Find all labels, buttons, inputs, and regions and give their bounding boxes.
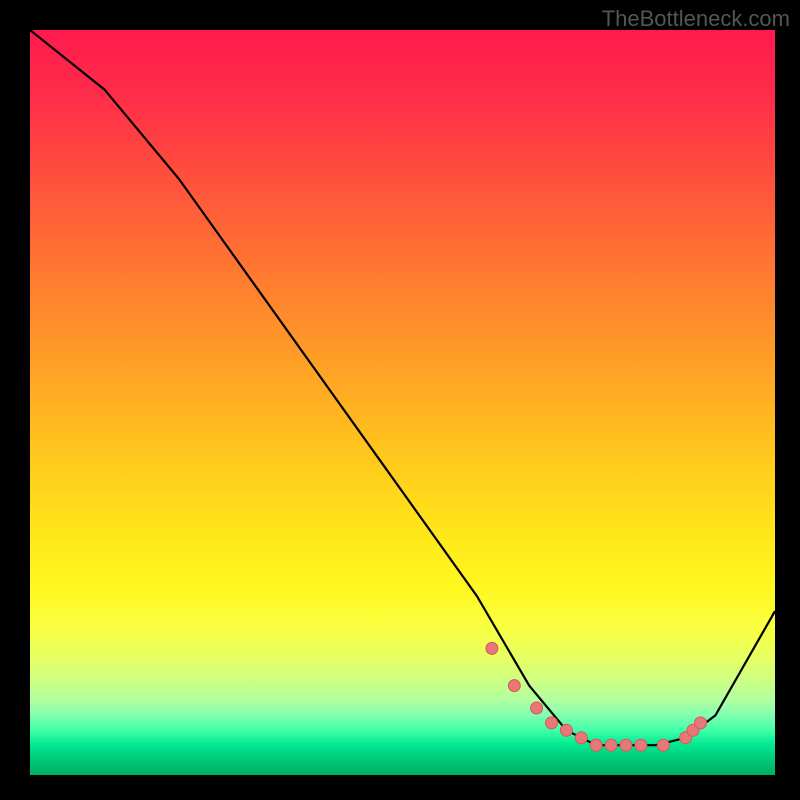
chart-svg xyxy=(30,30,775,775)
data-marker xyxy=(620,739,632,751)
data-marker xyxy=(605,739,617,751)
bottleneck-curve xyxy=(30,30,775,745)
data-markers xyxy=(486,642,707,751)
data-marker xyxy=(531,702,543,714)
data-marker xyxy=(590,739,602,751)
plot-area xyxy=(30,30,775,775)
data-marker xyxy=(635,739,647,751)
data-marker xyxy=(575,732,587,744)
data-marker xyxy=(560,724,572,736)
watermark-text: TheBottleneck.com xyxy=(602,6,790,32)
data-marker xyxy=(657,739,669,751)
data-marker xyxy=(695,717,707,729)
data-marker xyxy=(546,717,558,729)
data-marker xyxy=(486,642,498,654)
data-marker xyxy=(508,680,520,692)
